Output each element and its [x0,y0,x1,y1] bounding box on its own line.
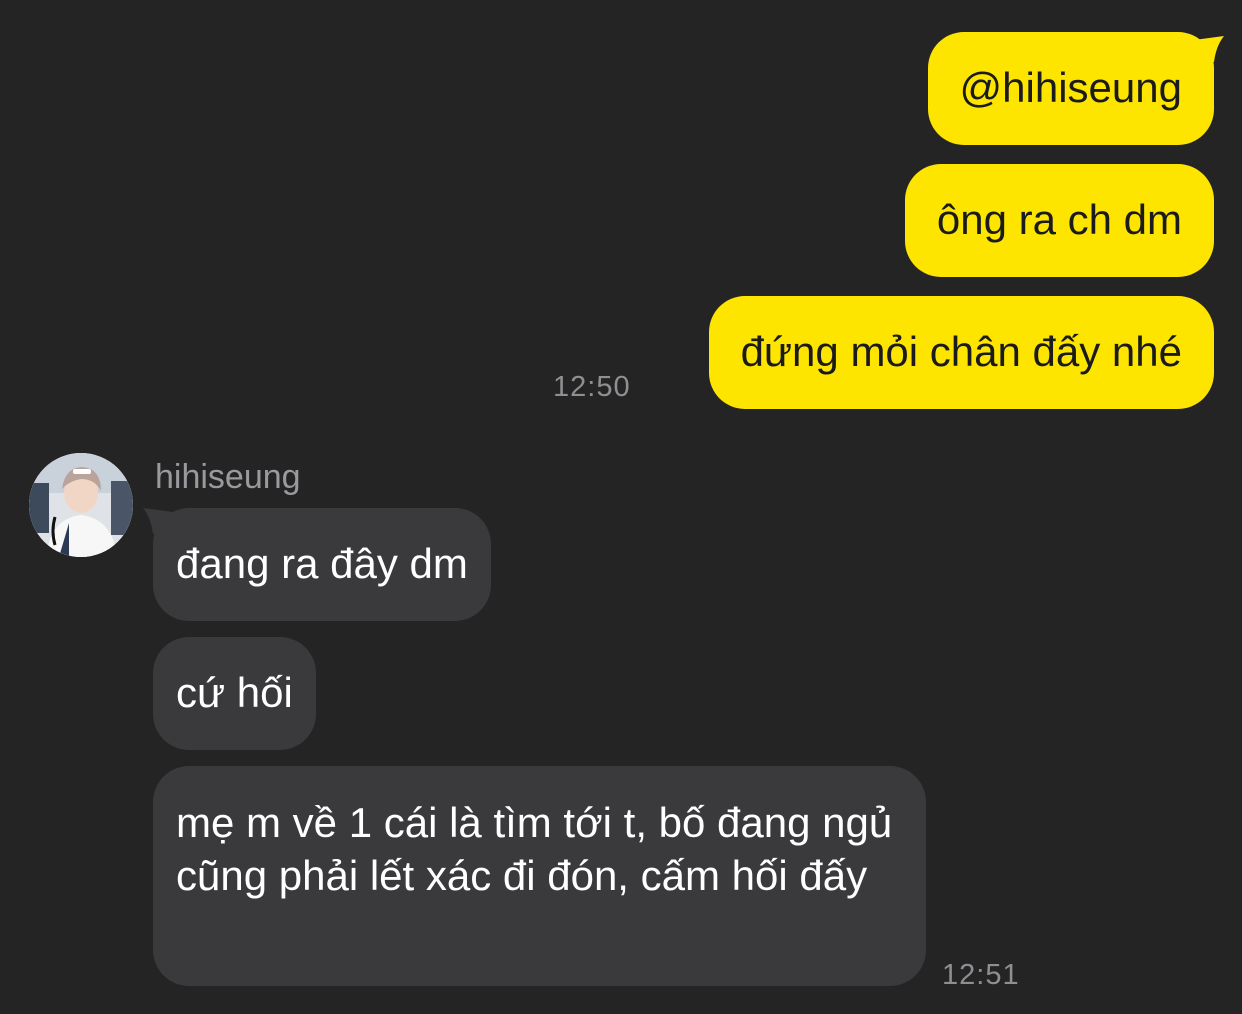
outgoing-message[interactable]: ông ra ch dm [904,164,1214,277]
avatar[interactable] [29,453,133,557]
message-text: cứ hối [176,669,293,716]
message-text: mẹ m về 1 cái là tìm tới t, bố đang ngủ … [176,799,893,899]
message-text: đang ra đây dm [176,540,468,587]
incoming-message[interactable]: mẹ m về 1 cái là tìm tới t, bố đang ngủ … [153,766,926,986]
incoming-message[interactable]: đang ra đây dm [153,508,491,621]
message-timestamp: 12:50 [553,371,631,403]
message-timestamp: 12:51 [942,959,1020,991]
outgoing-message[interactable]: đứng mỏi chân đấy nhé [708,296,1214,409]
sender-name[interactable]: hihiseung [155,457,301,497]
message-text: ông ra ch dm [936,196,1182,243]
avatar-image [29,453,133,557]
message-text: @hihiseung [959,64,1182,111]
message-text: đứng mỏi chân đấy nhé [740,328,1182,375]
outgoing-message[interactable]: @hihiseung [927,32,1214,145]
incoming-message[interactable]: cứ hối [153,637,316,750]
